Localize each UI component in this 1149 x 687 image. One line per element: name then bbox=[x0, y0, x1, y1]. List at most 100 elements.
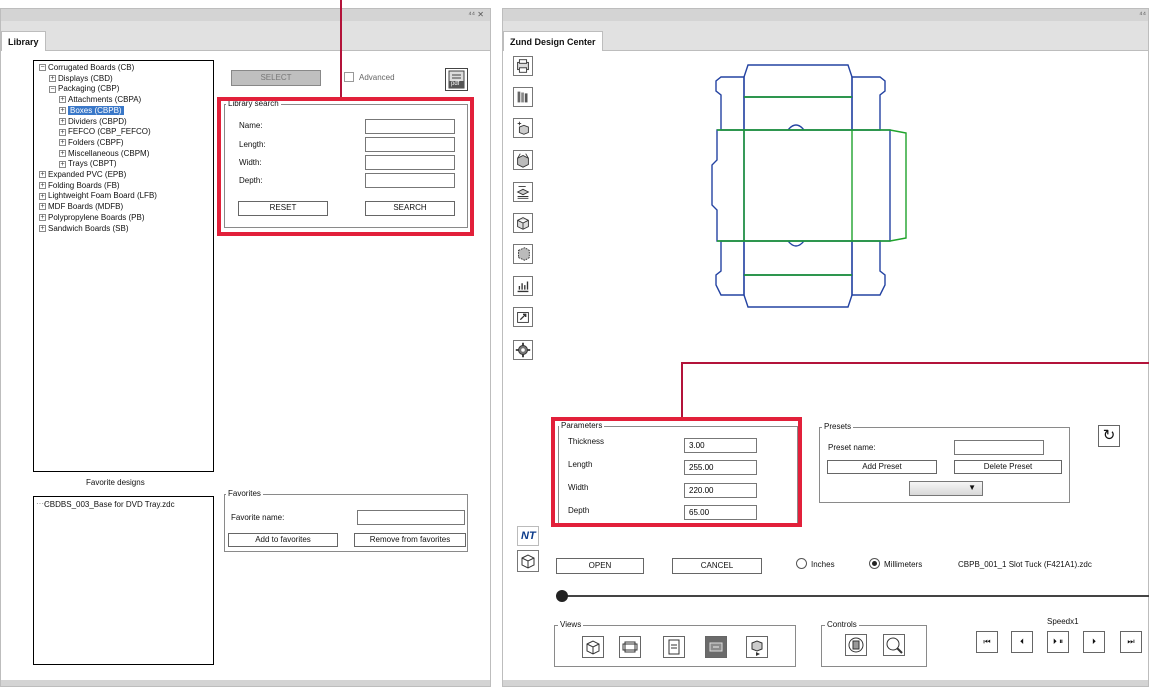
nt-button[interactable]: NT bbox=[517, 526, 539, 546]
expand-icon[interactable]: + bbox=[59, 96, 66, 104]
chevron-down-icon: ▼ bbox=[968, 483, 976, 492]
rotate-button[interactable] bbox=[845, 634, 867, 656]
expand-icon[interactable]: + bbox=[59, 128, 66, 136]
expand-icon[interactable]: + bbox=[39, 224, 46, 232]
flat-box-icon bbox=[622, 641, 638, 653]
box-sheet-icon[interactable] bbox=[513, 244, 533, 264]
view-animate-button[interactable] bbox=[746, 636, 768, 658]
remove-from-favorites-button[interactable]: Remove from favorites bbox=[354, 533, 466, 547]
expand-icon[interactable]: + bbox=[49, 75, 56, 83]
skip-to-start-icon[interactable]: ⏮ bbox=[976, 631, 998, 653]
select-button[interactable]: SELECT bbox=[231, 70, 321, 86]
expand-icon[interactable]: + bbox=[39, 214, 46, 222]
design-panel-controls[interactable]: ⁴⁴ bbox=[1139, 10, 1146, 19]
step-forward-icon[interactable]: ⏵ bbox=[1083, 631, 1105, 653]
box-open-icon[interactable] bbox=[513, 150, 533, 170]
tree-item[interactable]: + Displays (CBD) bbox=[49, 73, 113, 84]
tree-item-label: Folders (CBPF) bbox=[68, 137, 124, 147]
pdf-export-icon[interactable]: pdf bbox=[445, 68, 468, 91]
chart-icon[interactable] bbox=[513, 276, 533, 296]
view-3d-button[interactable] bbox=[582, 636, 604, 658]
view-top-button[interactable] bbox=[705, 636, 727, 658]
play-pause-icon[interactable]: ⏵ ⏸ bbox=[1047, 631, 1069, 653]
tree-item-label: Trays (CBPT) bbox=[68, 159, 117, 169]
cancel-button[interactable]: CANCEL bbox=[672, 558, 762, 574]
inches-radio[interactable] bbox=[796, 558, 807, 569]
expand-icon[interactable]: + bbox=[39, 182, 46, 190]
settings-gear-icon[interactable] bbox=[513, 340, 533, 360]
print-icon[interactable] bbox=[513, 56, 533, 76]
box-3d-icon[interactable] bbox=[513, 213, 533, 233]
view-flat-button[interactable] bbox=[619, 636, 641, 658]
cardboard-stack-icon[interactable] bbox=[513, 87, 533, 107]
expand-icon[interactable]: + bbox=[59, 149, 66, 157]
tree-item[interactable]: + MDF Boards (MDFB) bbox=[39, 201, 123, 212]
animation-slider-handle[interactable] bbox=[556, 590, 568, 602]
parameters-highlight bbox=[551, 417, 802, 527]
expand-icon[interactable]: + bbox=[59, 107, 66, 115]
tree-item[interactable]: + Folding Boards (FB) bbox=[39, 180, 120, 191]
tree-item-label: Displays (CBD) bbox=[58, 73, 113, 83]
search-callout-line bbox=[340, 0, 342, 97]
favorite-designs-list[interactable] bbox=[33, 496, 214, 665]
tree-item[interactable]: + Expanded PVC (EPB) bbox=[39, 169, 126, 180]
tree-item-label: Attachments (CBPA) bbox=[68, 95, 142, 105]
tab-library[interactable]: Library bbox=[1, 31, 46, 51]
open-button[interactable]: OPEN bbox=[556, 558, 644, 574]
box-preview-icon[interactable] bbox=[517, 550, 539, 572]
zoom-button[interactable] bbox=[883, 634, 905, 656]
collapse-icon[interactable]: − bbox=[39, 64, 46, 72]
tree-item[interactable]: + Dividers (CBPD) bbox=[59, 116, 127, 127]
tree-item[interactable]: + Folders (CBPF) bbox=[59, 137, 124, 148]
step-back-icon[interactable]: ⏴ bbox=[1011, 631, 1033, 653]
tree-item[interactable]: + FEFCO (CBP_FEFCO) bbox=[59, 126, 151, 137]
tree-item[interactable]: + Miscellaneous (CBPM) bbox=[59, 148, 149, 159]
panel-window-controls[interactable]: ⁴⁴ ✕ bbox=[468, 10, 484, 19]
export-icon[interactable] bbox=[513, 307, 533, 327]
preset-name-label: Preset name: bbox=[828, 443, 876, 452]
box-play-icon bbox=[751, 640, 763, 656]
search-highlight bbox=[217, 97, 474, 236]
tree-item[interactable]: − Corrugated Boards (CB) bbox=[39, 62, 134, 73]
preset-dropdown[interactable]: ▼ bbox=[909, 481, 983, 496]
box-add-icon[interactable] bbox=[513, 118, 533, 138]
tree-item[interactable]: + Sandwich Boards (SB) bbox=[39, 223, 128, 234]
millimeters-radio[interactable] bbox=[869, 558, 880, 569]
expand-icon[interactable]: + bbox=[59, 139, 66, 147]
expand-icon[interactable]: + bbox=[39, 192, 46, 200]
tree-item[interactable]: + Boxes (CBPB) bbox=[59, 105, 124, 116]
tree-item[interactable]: − Packaging (CBP) bbox=[49, 83, 119, 94]
expand-icon[interactable]: + bbox=[59, 117, 66, 125]
expand-icon[interactable]: + bbox=[39, 171, 46, 179]
animation-slider-track[interactable] bbox=[563, 595, 1149, 597]
controls-group bbox=[821, 625, 927, 667]
dieline-folds bbox=[717, 96, 907, 276]
view-document-button[interactable] bbox=[663, 636, 685, 658]
expand-icon[interactable]: + bbox=[39, 203, 46, 211]
tree-item[interactable]: + Attachments (CBPA) bbox=[59, 94, 141, 105]
favorite-name-input[interactable] bbox=[357, 510, 465, 525]
add-preset-button[interactable]: Add Preset bbox=[827, 460, 937, 474]
add-to-favorites-button[interactable]: Add to favorites bbox=[228, 533, 338, 547]
preset-name-input[interactable] bbox=[954, 440, 1044, 455]
delete-preset-button[interactable]: Delete Preset bbox=[954, 460, 1062, 474]
nt-label: NT bbox=[521, 530, 536, 542]
expand-icon[interactable]: + bbox=[59, 160, 66, 168]
tab-zund-design-center[interactable]: Zund Design Center bbox=[503, 31, 603, 51]
refresh-button[interactable]: ↻ bbox=[1098, 425, 1120, 447]
tree-item-label: Lightweight Foam Board (LFB) bbox=[48, 191, 157, 201]
tree-item[interactable]: + Lightweight Foam Board (LFB) bbox=[39, 190, 157, 201]
box-dieline bbox=[711, 64, 907, 308]
views-legend: Views bbox=[558, 620, 584, 630]
skip-to-end-icon[interactable]: ⏭ bbox=[1120, 631, 1142, 653]
parameters-callout-vertical bbox=[681, 362, 683, 418]
box-flat-icon[interactable] bbox=[513, 182, 533, 202]
advanced-checkbox[interactable] bbox=[344, 72, 354, 82]
pdf-label: pdf bbox=[451, 81, 460, 87]
tree-item[interactable]: + Polypropylene Boards (PB) bbox=[39, 212, 145, 223]
dieline-outline bbox=[711, 64, 891, 308]
favorite-design-item[interactable]: CBDBS_003_Base for DVD Tray.zdc bbox=[44, 500, 175, 509]
collapse-icon[interactable]: − bbox=[49, 85, 56, 93]
tree-item-label: Folding Boards (FB) bbox=[48, 180, 120, 190]
tree-item[interactable]: + Trays (CBPT) bbox=[59, 158, 117, 169]
